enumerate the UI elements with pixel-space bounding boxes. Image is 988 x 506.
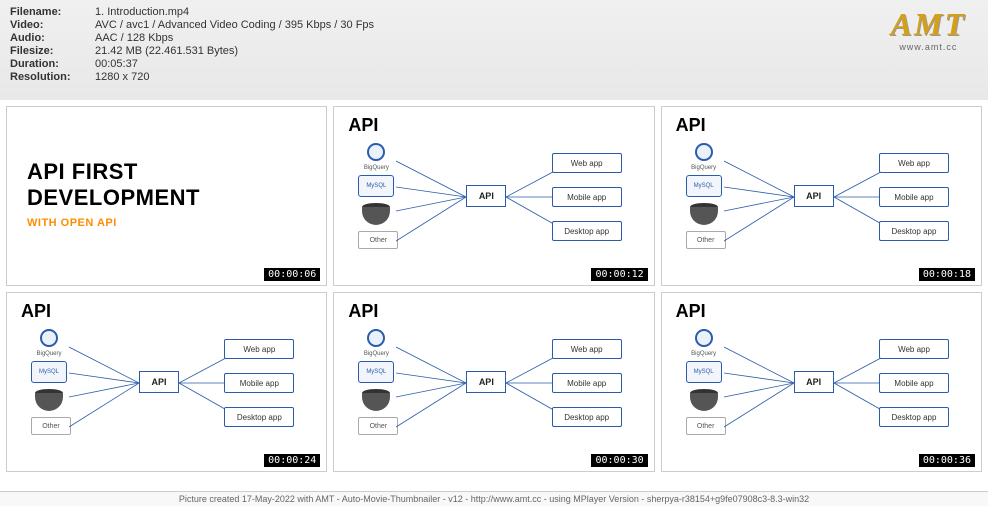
label-filesize: Filesize:	[10, 45, 95, 57]
thumbnail-1: API FIRST DEVELOPMENT WITH OPEN API 00:0…	[6, 106, 327, 286]
bigquery-icon	[367, 143, 385, 161]
thumbnail-6: API BigQueryMySQLOther API Web appMobile…	[661, 292, 982, 472]
label-video: Video:	[10, 19, 95, 31]
thumbnail-5: API BigQueryMySQLOther API Web appMobile…	[333, 292, 654, 472]
value-resolution: 1280 x 720	[95, 71, 149, 83]
api-diagram: BigQuery MySQL Other API Web app Mobile …	[358, 143, 639, 261]
label-duration: Duration:	[10, 58, 95, 70]
slide-title: API	[348, 301, 378, 322]
timestamp: 00:00:18	[919, 268, 975, 281]
connector-lines-left	[396, 153, 466, 253]
thumbnail-4: API BigQueryMySQLOther API Web appMobile…	[6, 292, 327, 472]
title-subheading: WITH OPEN API	[7, 215, 326, 231]
value-duration: 00:05:37	[95, 58, 138, 70]
bigquery-label: BigQuery	[358, 165, 394, 171]
timestamp: 00:00:30	[591, 454, 647, 467]
logo-url: www.amt.cc	[891, 42, 966, 52]
web-app-box: Web app	[552, 153, 622, 173]
timestamp: 00:00:06	[264, 268, 320, 281]
timestamp: 00:00:36	[919, 454, 975, 467]
database-icon	[362, 203, 390, 225]
api-diagram: BigQueryMySQLOther API Web appMobile app…	[686, 143, 967, 261]
slide-title: API	[348, 115, 378, 136]
mysql-icon: MySQL	[686, 175, 722, 197]
timestamp: 00:00:24	[264, 454, 320, 467]
mobile-app-box: Mobile app	[552, 187, 622, 207]
api-diagram: BigQueryMySQLOther API Web appMobile app…	[686, 329, 967, 447]
title-heading: API FIRST DEVELOPMENT	[7, 107, 326, 215]
amt-logo: AMT www.amt.cc	[891, 8, 966, 52]
label-filename: Filename:	[10, 6, 95, 18]
api-diagram: BigQueryMySQLOther API Web appMobile app…	[31, 329, 312, 447]
label-audio: Audio:	[10, 32, 95, 44]
logo-text: AMT	[891, 8, 966, 40]
timestamp: 00:00:12	[591, 268, 647, 281]
thumbnail-grid: API FIRST DEVELOPMENT WITH OPEN API 00:0…	[0, 100, 988, 478]
mysql-icon: MySQL	[358, 175, 394, 197]
database-icon	[690, 203, 718, 225]
other-box: Other	[358, 231, 398, 249]
footer-credits: Picture created 17-May-2022 with AMT - A…	[0, 491, 988, 506]
value-filename: 1. Introduction.mp4	[95, 6, 189, 18]
label-resolution: Resolution:	[10, 71, 95, 83]
bigquery-icon	[695, 143, 713, 161]
slide-title: API	[21, 301, 51, 322]
slide-title: API	[676, 301, 706, 322]
value-audio: AAC / 128 Kbps	[95, 32, 173, 44]
value-filesize: 21.42 MB (22.461.531 Bytes)	[95, 45, 238, 57]
slide-title: API	[676, 115, 706, 136]
metadata-header: Filename:1. Introduction.mp4 Video:AVC /…	[0, 0, 988, 100]
thumbnail-2: API BigQuery MySQL Other API Web app Mob…	[333, 106, 654, 286]
thumbnail-3: API BigQueryMySQLOther API Web appMobile…	[661, 106, 982, 286]
api-diagram: BigQueryMySQLOther API Web appMobile app…	[358, 329, 639, 447]
desktop-app-box: Desktop app	[552, 221, 622, 241]
value-video: AVC / avc1 / Advanced Video Coding / 395…	[95, 19, 374, 31]
api-center-box: API	[466, 185, 506, 207]
